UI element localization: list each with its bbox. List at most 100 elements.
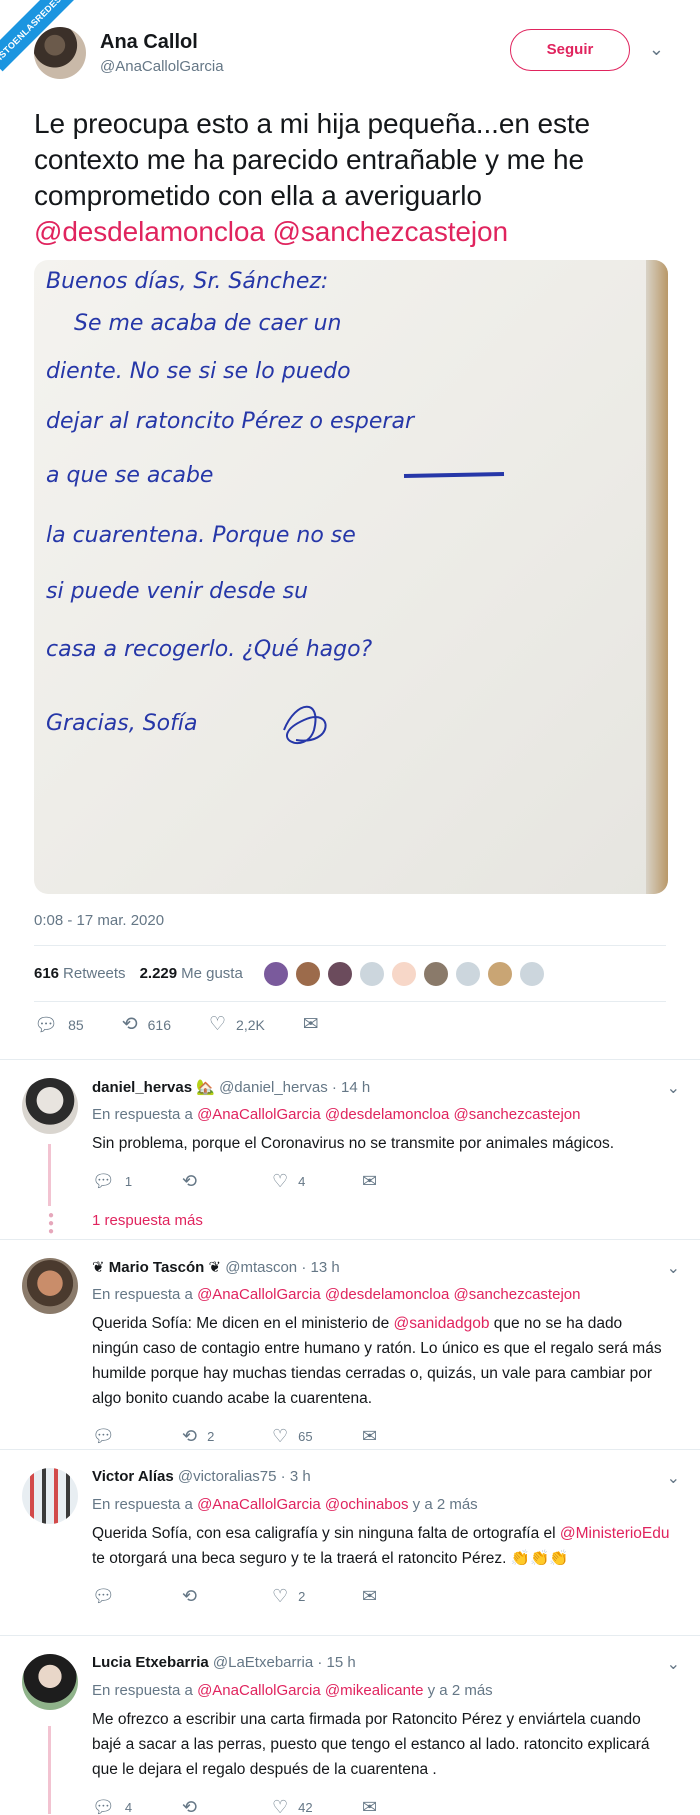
envelope-icon: ✉	[362, 1425, 378, 1446]
reply-prefix: En respuesta a	[92, 1106, 193, 1123]
avatar[interactable]	[262, 960, 289, 987]
reply-author-handle[interactable]: @LaEtxebarria	[213, 1654, 313, 1671]
reply-header: ❦ Mario Tascón ❦ @mtascon · 13 h	[92, 1258, 672, 1280]
reply-author-name[interactable]: daniel_hervas 🏡	[92, 1079, 215, 1096]
mention-link[interactable]: @sanchezcastejon	[273, 216, 509, 247]
letter-line: la cuarentena. Porque no se	[46, 523, 356, 548]
avatar[interactable]	[22, 1078, 78, 1134]
reply-to-mentions[interactable]: @AnaCallolGarcia @desdelamoncloa @sanche…	[197, 1286, 580, 1303]
dm-button[interactable]: ✉	[362, 1171, 452, 1192]
reply-count: 1	[124, 1173, 133, 1189]
reply-author-name[interactable]: ❦ Mario Tascón ❦	[92, 1259, 221, 1276]
retweet-button[interactable]: ⟲	[182, 1586, 272, 1607]
retweet-stat[interactable]: 616 Retweets	[34, 965, 126, 982]
chevron-down-icon[interactable]: ⌄	[649, 40, 664, 58]
retweet-button[interactable]: ⟲ 2	[182, 1426, 272, 1447]
like-count: 2	[298, 1588, 306, 1604]
reply-time[interactable]: · 15 h	[317, 1654, 355, 1671]
reply-time[interactable]: · 13 h	[301, 1259, 339, 1276]
like-button[interactable]: ♡ 2,2K	[209, 1013, 265, 1036]
like-button[interactable]: ♡ 2	[272, 1586, 362, 1607]
retweet-button[interactable]: ⟲ 616	[122, 1013, 171, 1036]
retweet-button[interactable]: ⟲	[182, 1171, 272, 1192]
reply-text: Querida Sofía: Me dicen en el ministerio…	[92, 1311, 672, 1411]
reply-author-handle[interactable]: @victoralias75	[178, 1468, 277, 1485]
reply-header: Lucia Etxebarria @LaEtxebarria · 15 h	[92, 1654, 672, 1676]
reply-to-mentions[interactable]: @AnaCallolGarcia @mikealicante	[197, 1682, 423, 1699]
reply-suffix: y a 2 más	[408, 1496, 478, 1513]
like-button[interactable]: ♡ 42	[272, 1797, 362, 1815]
letter-line: Buenos días, Sr. Sánchez:	[46, 269, 328, 294]
reply-item[interactable]: ● ● ● daniel_hervas 🏡 @daniel_hervas · 14 …	[0, 1060, 700, 1240]
tweet-timestamp[interactable]: 0:08 - 17 mar. 2020	[34, 912, 666, 929]
envelope-icon: ✉	[362, 1170, 378, 1191]
letter-line: casa a recogerlo. ¿Qué hago?	[46, 637, 373, 662]
letter-line: diente. No se si se lo puedo	[46, 359, 351, 384]
chevron-down-icon[interactable]: ⌄	[667, 1654, 680, 1674]
reply-item[interactable]: ❦ Mario Tascón ❦ @mtascon · 13 h ⌄ En re…	[0, 1240, 700, 1450]
tweet-photo[interactable]: Buenos días, Sr. Sánchez: Se me acaba de…	[34, 260, 668, 894]
envelope-icon: ✉	[302, 1014, 319, 1035]
dm-button[interactable]: ✉	[362, 1586, 452, 1607]
like-count: 2,2K	[236, 1016, 265, 1033]
likes-label: Me gusta	[181, 965, 243, 982]
like-button[interactable]: ♡ 65	[272, 1426, 362, 1447]
reply-button[interactable]: 💬︎ 85	[34, 1013, 84, 1037]
reply-author-name[interactable]: Lucia Etxebarria	[92, 1654, 209, 1671]
retweet-button[interactable]: ⟲	[182, 1797, 272, 1815]
reply-time[interactable]: · 3 h	[281, 1468, 311, 1485]
avatar[interactable]	[294, 960, 321, 987]
likes-stat[interactable]: 2.229 Me gusta	[140, 965, 243, 982]
reply-icon: 💬︎	[92, 1796, 115, 1815]
avatar[interactable]	[422, 960, 449, 987]
avatar[interactable]	[486, 960, 513, 987]
dm-button[interactable]: ✉	[303, 1013, 329, 1036]
reply-to-mentions[interactable]: @AnaCallolGarcia @ochinabos	[197, 1496, 408, 1513]
author-handle[interactable]: @AnaCallolGarcia	[100, 58, 224, 75]
reply-item[interactable]: Lucia Etxebarria @LaEtxebarria · 15 h ⌄ …	[0, 1636, 700, 1815]
reply-actions: 💬︎ 1 ⟲ ♡ 4 ✉	[92, 1156, 672, 1206]
reply-button[interactable]: 💬︎	[92, 1426, 182, 1447]
reply-actions: 💬︎ 4 ⟲ ♡ 42 ✉	[92, 1782, 672, 1815]
avatar[interactable]	[22, 1258, 78, 1314]
mention-link[interactable]: @sanidadgob	[394, 1315, 490, 1332]
letter-line: a que se acabe	[46, 463, 213, 488]
reply-author-name[interactable]: Victor Alías	[92, 1468, 174, 1485]
reply-text-part: Querida Sofía, con esa caligrafía y sin …	[92, 1525, 560, 1542]
signature-scribble	[283, 705, 327, 745]
avatar[interactable]	[454, 960, 481, 987]
chevron-down-icon[interactable]: ⌄	[667, 1078, 680, 1098]
author-name[interactable]: Ana Callol	[100, 31, 224, 54]
reply-text-part: te otorgará una beca seguro y te la trae…	[92, 1550, 569, 1567]
chevron-down-icon[interactable]: ⌄	[667, 1468, 680, 1488]
reply-button[interactable]: 💬︎ 4	[92, 1797, 182, 1815]
avatar[interactable]	[22, 1654, 78, 1710]
mention-link[interactable]: @desdelamoncloa	[34, 216, 265, 247]
reply-count: 4	[124, 1799, 133, 1815]
reply-to-mentions[interactable]: @AnaCallolGarcia @desdelamoncloa @sanche…	[197, 1106, 580, 1123]
in-reply-to: En respuesta a @AnaCallolGarcia @desdela…	[92, 1106, 672, 1123]
main-tweet: Ana Callol @AnaCallolGarcia Seguir ⌄ Le …	[0, 0, 700, 1047]
reply-item[interactable]: Victor Alías @victoralias75 · 3 h ⌄ En r…	[0, 1450, 700, 1636]
follow-button[interactable]: Seguir	[510, 29, 630, 71]
reply-author-handle[interactable]: @daniel_hervas	[219, 1079, 328, 1096]
avatar[interactable]	[358, 960, 385, 987]
avatar[interactable]	[390, 960, 417, 987]
reply-time[interactable]: · 14 h	[332, 1079, 370, 1096]
avatar[interactable]	[22, 1468, 78, 1524]
reply-author-handle[interactable]: @mtascon	[225, 1259, 297, 1276]
reply-prefix: En respuesta a	[92, 1682, 193, 1699]
mention-link[interactable]: @MinisterioEdu	[560, 1525, 670, 1542]
reply-icon: 💬︎	[92, 1170, 115, 1191]
dm-button[interactable]: ✉	[362, 1426, 452, 1447]
tweet-body: Le preocupa esto a mi hija pequeña...en …	[34, 108, 590, 211]
reply-button[interactable]: 💬︎ 1	[92, 1171, 182, 1192]
dm-button[interactable]: ✉	[362, 1797, 452, 1815]
reply-text-part: Querida Sofía: Me dicen en el ministerio…	[92, 1315, 394, 1332]
avatar[interactable]	[518, 960, 545, 987]
chevron-down-icon[interactable]: ⌄	[667, 1258, 680, 1278]
like-button[interactable]: ♡ 4	[272, 1171, 362, 1192]
avatar[interactable]	[34, 27, 86, 79]
reply-button[interactable]: 💬︎	[92, 1586, 182, 1607]
avatar[interactable]	[326, 960, 353, 987]
